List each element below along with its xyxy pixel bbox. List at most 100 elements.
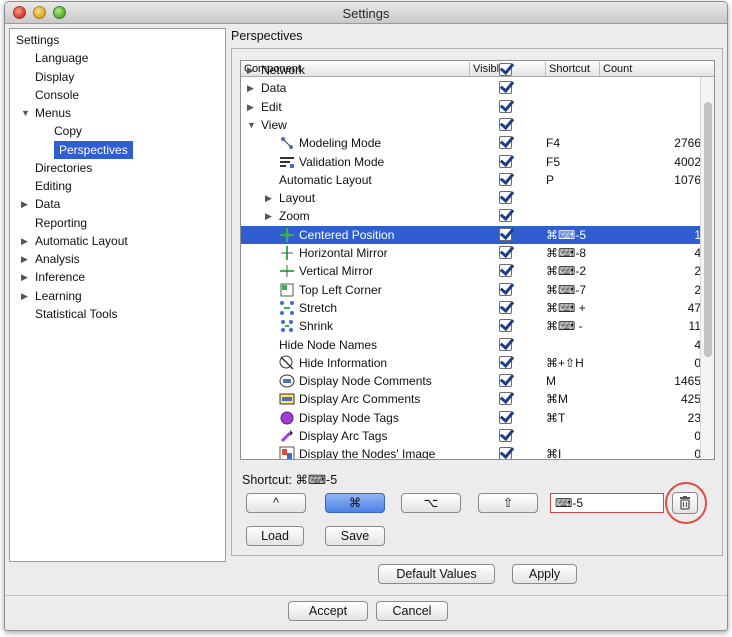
table-row-automatic-layout[interactable]: Automatic Layout P 1076 bbox=[241, 171, 702, 189]
disclosure-collapsed-icon[interactable]: ▶ bbox=[247, 79, 254, 97]
disclosure-collapsed-icon[interactable]: ▶ bbox=[21, 287, 28, 305]
disclosure-collapsed-icon[interactable]: ▶ bbox=[265, 207, 272, 225]
disclosure-expanded-icon[interactable]: ▼ bbox=[247, 116, 256, 134]
tree-item-settings[interactable]: Settings bbox=[16, 31, 59, 49]
tree-item-console[interactable]: Console bbox=[35, 86, 79, 104]
disclosure-collapsed-icon[interactable]: ▶ bbox=[247, 98, 254, 116]
component-label: Display Arc Tags bbox=[299, 429, 388, 443]
accept-button[interactable]: Accept bbox=[288, 601, 368, 621]
shift-modifier-button[interactable]: ⇧ bbox=[478, 493, 538, 513]
tree-item-automatic-layout[interactable]: ▶ Automatic Layout bbox=[21, 232, 128, 250]
table-row-network[interactable]: ▶ Network bbox=[241, 61, 702, 79]
shortcut-key-field[interactable]: ⌨-5 bbox=[550, 493, 664, 513]
table-row-display-arc-tags[interactable]: Display Arc Tags 0 bbox=[241, 427, 702, 445]
count-cell: 1 bbox=[694, 227, 701, 242]
table-row-top-left-corner[interactable]: Top Left Corner ⌘⌨-7 2 bbox=[241, 281, 702, 299]
cancel-button[interactable]: Cancel bbox=[376, 601, 448, 621]
node-comments-icon bbox=[279, 373, 295, 389]
visible-checkbox[interactable] bbox=[499, 172, 512, 186]
tree-item-display[interactable]: Display bbox=[35, 68, 74, 86]
disclosure-collapsed-icon[interactable]: ▶ bbox=[265, 189, 272, 207]
table-row-validation-mode[interactable]: Validation Mode F5 4002 bbox=[241, 153, 702, 171]
table-row-display-node-tags[interactable]: Display Node Tags ⌘T 23 bbox=[241, 409, 702, 427]
visible-checkbox[interactable] bbox=[499, 209, 512, 223]
visible-checkbox[interactable] bbox=[499, 319, 512, 333]
tree-item-label: Reporting bbox=[35, 215, 88, 230]
visible-checkbox[interactable] bbox=[499, 227, 512, 241]
components-table[interactable]: Component Visible Shortcut Count ▶ Networ… bbox=[240, 60, 715, 460]
tree-item-perspectives[interactable]: Perspectives bbox=[54, 140, 133, 159]
apply-button[interactable]: Apply bbox=[512, 564, 577, 584]
disclosure-collapsed-icon[interactable]: ▶ bbox=[21, 232, 28, 250]
tree-item-menus[interactable]: ▼ Menus bbox=[21, 104, 71, 122]
load-button[interactable]: Load bbox=[246, 526, 304, 546]
table-row-shrink[interactable]: Shrink ⌘⌨ - 11 bbox=[241, 317, 702, 335]
tree-item-analysis[interactable]: ▶ Analysis bbox=[21, 250, 80, 268]
tree-item-label: Copy bbox=[54, 124, 83, 139]
tree-item-inference[interactable]: ▶ Inference bbox=[21, 268, 85, 286]
command-modifier-button[interactable]: ⌘ bbox=[325, 493, 385, 513]
visible-checkbox[interactable] bbox=[499, 392, 512, 406]
delete-shortcut-button[interactable] bbox=[672, 492, 698, 514]
tree-item-statistical-tools[interactable]: Statistical Tools bbox=[35, 305, 117, 323]
perspectives-panel: Component Visible Shortcut Count ▶ Networ… bbox=[231, 48, 723, 556]
tree-item-directories[interactable]: Directories bbox=[35, 159, 92, 177]
visible-checkbox[interactable] bbox=[499, 136, 512, 150]
settings-tree[interactable]: Settings Language Display Console ▼ Menus Copy… bbox=[9, 28, 226, 562]
disclosure-collapsed-icon[interactable]: ▶ bbox=[21, 268, 28, 286]
table-row-hide-information[interactable]: Hide Information ⌘+⇧H 0 bbox=[241, 354, 702, 372]
visible-checkbox[interactable] bbox=[499, 300, 512, 314]
tree-item-editing[interactable]: Editing bbox=[35, 177, 72, 195]
table-row-display-node-comments[interactable]: Display Node Comments M 1465 bbox=[241, 372, 702, 390]
tree-item-language[interactable]: Language bbox=[35, 49, 88, 67]
visible-checkbox[interactable] bbox=[499, 246, 512, 259]
trash-icon bbox=[680, 496, 690, 510]
table-row-stretch[interactable]: Stretch ⌘⌨ + 47 bbox=[241, 299, 702, 317]
shortcut-cell: ⌘+⇧H bbox=[546, 355, 584, 370]
table-row-edit[interactable]: ▶ Edit bbox=[241, 98, 702, 116]
table-row-layout[interactable]: ▶ Layout bbox=[241, 189, 702, 207]
tree-item-learning[interactable]: ▶ Learning bbox=[21, 287, 82, 305]
table-row-view[interactable]: ▼ View bbox=[241, 116, 702, 134]
default-values-button[interactable]: Default Values bbox=[378, 564, 495, 584]
table-row-centered-position[interactable]: Centered Position ⌘⌨-5 1 bbox=[241, 225, 702, 244]
visible-checkbox[interactable] bbox=[499, 429, 512, 442]
tree-item-data[interactable]: ▶ Data bbox=[21, 195, 60, 213]
table-row-data[interactable]: ▶ Data bbox=[241, 79, 702, 97]
table-row-horizontal-mirror[interactable]: Horizontal Mirror ⌘⌨-8 4 bbox=[241, 244, 702, 262]
tree-item-label: Display bbox=[35, 69, 75, 84]
visible-checkbox[interactable] bbox=[499, 410, 512, 424]
visible-checkbox[interactable] bbox=[499, 264, 512, 278]
save-button[interactable]: Save bbox=[325, 526, 385, 546]
disclosure-collapsed-icon[interactable]: ▶ bbox=[21, 195, 28, 213]
tree-item-reporting[interactable]: Reporting bbox=[35, 214, 87, 232]
disclosure-expanded-icon[interactable]: ▼ bbox=[21, 104, 30, 122]
tree-item-label: Perspectives bbox=[59, 142, 128, 157]
title-bar: Settings bbox=[5, 2, 727, 24]
visible-checkbox[interactable] bbox=[499, 355, 512, 369]
visible-checkbox[interactable] bbox=[499, 63, 512, 76]
visible-checkbox[interactable] bbox=[499, 337, 512, 351]
visible-checkbox[interactable] bbox=[499, 282, 512, 296]
visible-checkbox[interactable] bbox=[499, 99, 512, 113]
visible-checkbox[interactable] bbox=[499, 154, 512, 168]
table-row-display-arc-comments[interactable]: Display Arc Comments ⌘M 425 bbox=[241, 390, 702, 408]
tree-item-copy[interactable]: Copy bbox=[54, 122, 82, 140]
option-modifier-button[interactable]: ⌥ bbox=[401, 493, 461, 513]
control-modifier-button[interactable]: ^ bbox=[246, 493, 306, 513]
visible-checkbox[interactable] bbox=[499, 374, 512, 388]
visible-checkbox[interactable] bbox=[499, 81, 512, 95]
table-row-display-the-nodes-image[interactable]: Display the Nodes' Image ⌘I 0 bbox=[241, 445, 702, 459]
table-scrollbar[interactable] bbox=[700, 77, 714, 459]
table-row-vertical-mirror[interactable]: Vertical Mirror ⌘⌨-2 2 bbox=[241, 262, 702, 280]
visible-checkbox[interactable] bbox=[499, 447, 512, 459]
scrollbar-thumb[interactable] bbox=[704, 102, 712, 357]
disclosure-collapsed-icon[interactable]: ▶ bbox=[21, 250, 28, 268]
table-row-modeling-mode[interactable]: Modeling Mode F4 2766 bbox=[241, 134, 702, 152]
visible-checkbox[interactable] bbox=[499, 117, 512, 131]
visible-checkbox[interactable] bbox=[499, 191, 512, 205]
table-row-zoom[interactable]: ▶ Zoom bbox=[241, 207, 702, 225]
disclosure-collapsed-icon[interactable]: ▶ bbox=[247, 61, 254, 79]
table-row-hide-node-names[interactable]: Hide Node Names 4 bbox=[241, 336, 702, 354]
count-cell: 4 bbox=[694, 337, 701, 352]
